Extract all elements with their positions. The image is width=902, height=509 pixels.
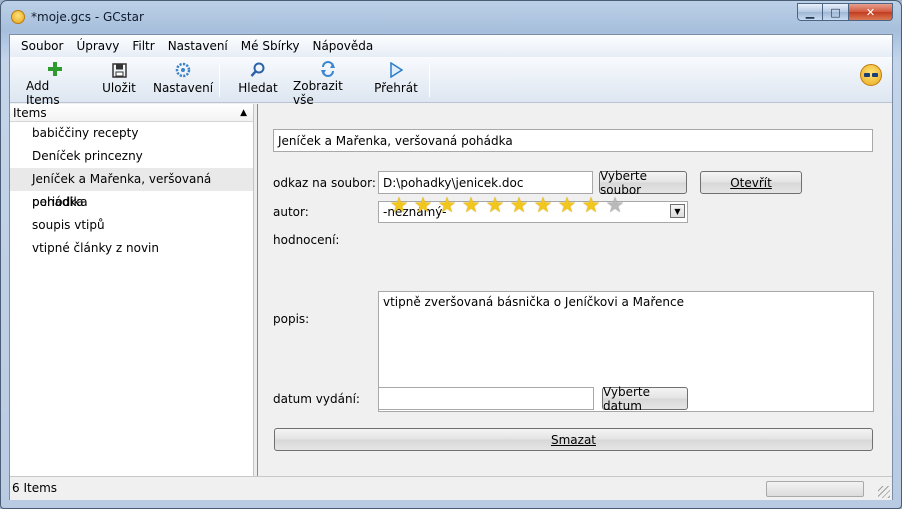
status-bar: 6 Items: [10, 476, 892, 500]
plus-icon: [46, 61, 64, 77]
show-all-button[interactable]: Zobrazit vše: [293, 61, 363, 107]
delete-label: Smazat: [550, 432, 597, 447]
star-filled-icon[interactable]: ★: [483, 194, 507, 216]
caption-buttons: ▁ □ ✕: [797, 3, 893, 21]
file-label: odkaz na soubor:: [273, 176, 376, 190]
star-filled-icon[interactable]: ★: [387, 194, 411, 216]
choose-date-button[interactable]: Vyberte datum: [602, 385, 688, 413]
play-icon: [387, 61, 405, 79]
star-filled-icon[interactable]: ★: [459, 194, 483, 216]
menu-napoveda[interactable]: Nápověda: [312, 39, 373, 53]
author-label: autor:: [273, 205, 309, 219]
refresh-icon: [319, 61, 337, 77]
sort-arrow-icon: ▲: [240, 107, 247, 118]
list-item[interactable]: Deníček princezny: [10, 145, 253, 168]
file-path-field[interactable]: D:\pohadky\jenicek.doc: [378, 171, 593, 194]
delete-button[interactable]: Smazat: [274, 428, 873, 451]
star-empty-icon[interactable]: ★: [603, 194, 627, 216]
dropdown-arrow-icon[interactable]: ▼: [670, 204, 685, 218]
save-button[interactable]: Uložit: [98, 61, 140, 101]
star-filled-icon[interactable]: ★: [555, 194, 579, 216]
menu-upravy[interactable]: Úpravy: [76, 39, 119, 53]
add-items-label: Add Items: [26, 79, 60, 107]
title-bar[interactable]: *moje.gcs - GCstar ▁ □ ✕: [1, 1, 901, 33]
app-window: *moje.gcs - GCstar ▁ □ ✕ Soubor Úpravy F…: [0, 0, 902, 509]
rating-stars[interactable]: ★ ★ ★ ★ ★ ★ ★ ★ ★ ★: [387, 194, 627, 216]
save-icon: [110, 61, 128, 79]
list-header-label: Items: [13, 105, 47, 120]
minimize-button[interactable]: ▁: [797, 3, 823, 21]
search-icon: [249, 61, 267, 79]
search-button[interactable]: Hledat: [236, 61, 280, 101]
star-filled-icon[interactable]: ★: [531, 194, 555, 216]
progress-bar: [766, 481, 864, 497]
star-filled-icon[interactable]: ★: [507, 194, 531, 216]
menu-nastaveni[interactable]: Nastavení: [168, 39, 228, 53]
open-file-label: Otevřít: [730, 175, 772, 190]
save-label: Uložit: [102, 81, 136, 95]
list-item[interactable]: periodika: [10, 191, 253, 214]
star-filled-icon[interactable]: ★: [579, 194, 603, 216]
menu-bar: Soubor Úpravy Filtr Nastavení Mé Sbírky …: [10, 35, 892, 57]
search-label: Hledat: [238, 81, 278, 95]
date-field[interactable]: [378, 387, 594, 410]
list-item[interactable]: soupis vtipů: [10, 214, 253, 237]
title-field[interactable]: Jeníček a Mařenka, veršovaná pohádka: [273, 129, 873, 152]
menu-soubor[interactable]: Soubor: [21, 39, 63, 53]
toolbar-separator: [219, 63, 220, 97]
status-text: 6 Items: [12, 481, 58, 495]
menu-filtr[interactable]: Filtr: [132, 39, 154, 53]
play-label: Přehrát: [374, 81, 418, 95]
date-label: datum vydání:: [273, 392, 360, 406]
description-text: vtipně zveršovaná básnička o Jeníčkovi a…: [383, 295, 685, 309]
star-filled-icon[interactable]: ★: [435, 194, 459, 216]
choose-file-button[interactable]: Vyberte soubor: [599, 169, 687, 197]
add-items-button[interactable]: Add Items: [26, 61, 84, 107]
detail-panel: Jeníček a Mařenka, veršovaná pohádka odk…: [258, 104, 892, 476]
list-item-selected[interactable]: Jeníček a Mařenka, veršovaná pohádka: [10, 168, 253, 209]
list-header[interactable]: Items ▲: [10, 104, 253, 122]
list-item[interactable]: babiččiny recepty: [10, 122, 253, 145]
resize-grip-icon[interactable]: [878, 486, 890, 498]
settings-button[interactable]: Nastavení: [153, 61, 213, 101]
rating-label: hodnocení:: [273, 233, 340, 247]
maximize-button[interactable]: □: [823, 3, 849, 21]
open-file-button[interactable]: Otevřít: [700, 171, 802, 194]
menu-me-sbirky[interactable]: Mé Sbírky: [241, 39, 300, 53]
description-label: popis:: [273, 312, 310, 326]
client-area: Soubor Úpravy Filtr Nastavení Mé Sbírky …: [9, 34, 893, 500]
play-button[interactable]: Přehrát: [374, 61, 418, 101]
show-all-label: Zobrazit vše: [293, 79, 343, 107]
star-filled-icon[interactable]: ★: [411, 194, 435, 216]
window-title: *moje.gcs - GCstar: [31, 10, 144, 24]
gear-icon: [174, 61, 192, 79]
toolbar-separator: [429, 63, 430, 97]
items-list: Items ▲ babiččiny recepty Deníček prince…: [10, 104, 254, 476]
app-icon: [11, 10, 25, 24]
toolbar: Add Items Uložit Nastavení Hledat Zobraz…: [10, 57, 892, 107]
settings-label: Nastavení: [152, 81, 214, 95]
gcstar-logo-icon[interactable]: [860, 64, 882, 86]
list-item[interactable]: vtipné články z novin: [10, 237, 253, 260]
close-button[interactable]: ✕: [849, 3, 893, 21]
